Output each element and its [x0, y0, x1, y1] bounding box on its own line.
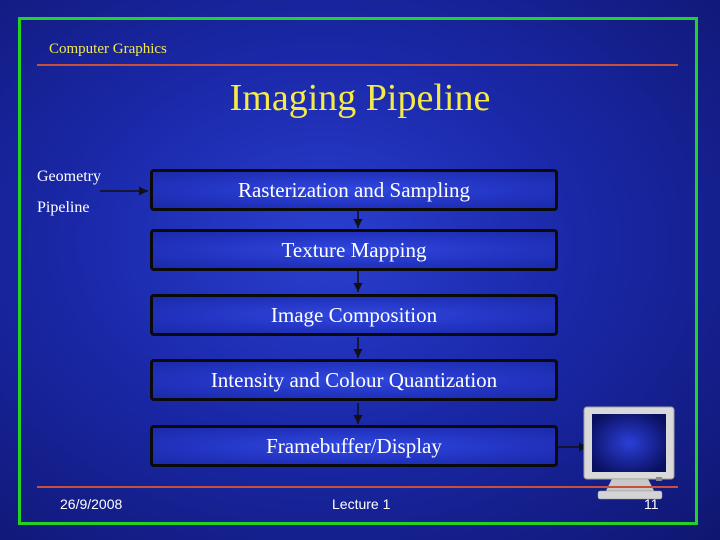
footer-date: 26/9/2008	[60, 496, 123, 512]
crt-monitor-icon	[583, 406, 675, 500]
stage-texture-mapping: Texture Mapping	[150, 229, 558, 271]
footer-lecture: Lecture 1	[332, 496, 391, 512]
stage-rasterization: Rasterization and Sampling	[150, 169, 558, 211]
stage-quantization: Intensity and Colour Quantization	[150, 359, 558, 401]
footer-page-number: 11	[644, 496, 659, 512]
footer-divider	[37, 486, 678, 488]
stage-framebuffer-display: Framebuffer/Display	[150, 425, 558, 467]
slide: Computer Graphics Imaging Pipeline Geome…	[0, 0, 720, 540]
stage-image-composition: Image Composition	[150, 294, 558, 336]
